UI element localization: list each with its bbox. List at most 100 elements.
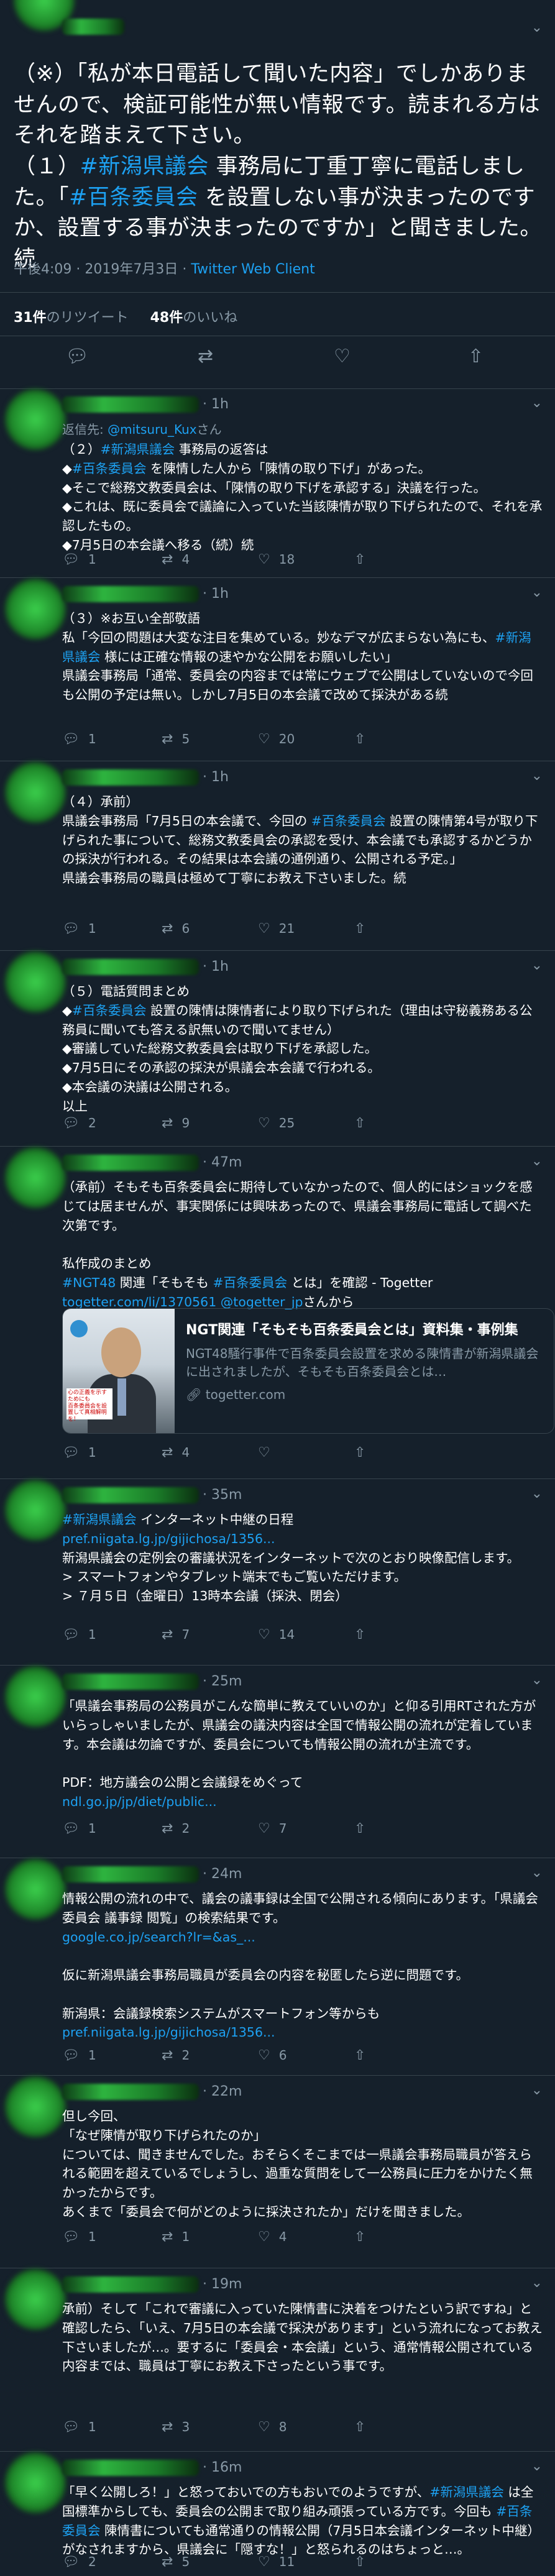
author-avatar[interactable]: [5, 951, 66, 1012]
retweet-button[interactable]: ⇄ 4: [162, 552, 190, 567]
heart-button[interactable]: ♡ 11: [258, 2554, 295, 2570]
retweets-stat[interactable]: 31件のリツイート: [14, 310, 129, 326]
tweet-client[interactable]: Twitter Web Client: [191, 262, 314, 277]
hashtag-link[interactable]: #NGT48: [62, 1275, 116, 1290]
author-name-redacted[interactable]: [62, 769, 199, 786]
chevron-down-icon[interactable]: ⌄: [531, 20, 543, 35]
author-name-redacted[interactable]: [62, 1674, 199, 1690]
reply-time[interactable]: · 22m: [203, 2084, 242, 2099]
heart-button[interactable]: ♡ 21: [258, 921, 295, 937]
author-name-redacted[interactable]: [62, 1155, 199, 1171]
retweet-button[interactable]: ⇄ 7: [162, 1627, 190, 1643]
retweet-button[interactable]: ⇄ 3: [162, 2419, 190, 2435]
comment-button[interactable]: 💬︎ 1: [62, 2229, 96, 2245]
share-button[interactable]: ⇧: [354, 731, 374, 747]
comment-button[interactable]: 💬︎ 2: [62, 1116, 96, 1131]
comment-icon[interactable]: 💬︎: [65, 346, 89, 367]
retweet-button[interactable]: ⇄ 5: [162, 731, 190, 747]
retweet-button[interactable]: ⇄ 1: [162, 2229, 190, 2245]
author-name-redacted[interactable]: [62, 586, 199, 602]
comment-button[interactable]: 💬︎ 1: [62, 2048, 96, 2063]
author-avatar[interactable]: [5, 2452, 66, 2513]
author-name-redacted[interactable]: [62, 19, 124, 35]
retweet-button[interactable]: ⇄ 9: [162, 1116, 190, 1131]
author-avatar[interactable]: [5, 1859, 66, 1920]
heart-icon[interactable]: ♡: [334, 346, 351, 367]
author-name-redacted[interactable]: [62, 396, 199, 413]
reply-time[interactable]: · 24m: [203, 1866, 242, 1882]
reply-time[interactable]: · 1h: [203, 586, 229, 602]
hashtag-link[interactable]: #百条委員会: [213, 1275, 287, 1290]
url-link[interactable]: ndl.go.jp/jp/diet/public...: [62, 1794, 217, 1809]
author-avatar[interactable]: [5, 1480, 66, 1541]
comment-button[interactable]: 💬︎ 1: [62, 731, 96, 747]
heart-button[interactable]: ♡ 7: [258, 1821, 287, 1836]
hashtag-link[interactable]: #新潟県議会: [80, 154, 209, 179]
author-name-redacted[interactable]: [62, 1866, 199, 1882]
chevron-down-icon[interactable]: ⌄: [531, 958, 543, 973]
reply-time[interactable]: · 1h: [203, 959, 229, 974]
url-link[interactable]: pref.niigata.lg.jp/gijichosa/1356...: [62, 1531, 275, 1546]
author-name-redacted[interactable]: [62, 2084, 199, 2100]
reply-time[interactable]: · 1h: [203, 396, 229, 412]
hashtag-link[interactable]: #百条委員会: [72, 461, 147, 476]
mention-link[interactable]: @togetter_jp: [221, 1295, 303, 1309]
share-button[interactable]: ⇧: [354, 921, 374, 937]
chevron-down-icon[interactable]: ⌄: [531, 2083, 543, 2098]
share-button[interactable]: ⇧: [354, 1116, 374, 1131]
author-avatar[interactable]: [5, 579, 66, 639]
author-avatar[interactable]: [5, 762, 66, 823]
retweet-button[interactable]: ⇄ 4: [162, 1445, 190, 1460]
share-button[interactable]: ⇧: [354, 1821, 374, 1836]
author-name-redacted[interactable]: [62, 1487, 199, 1503]
heart-button[interactable]: ♡ 20: [258, 731, 295, 747]
hashtag-link[interactable]: #百条委員会: [62, 2504, 532, 2538]
share-button[interactable]: ⇧: [354, 2554, 374, 2570]
author-name-redacted[interactable]: [62, 959, 199, 975]
share-button[interactable]: ⇧: [354, 552, 374, 567]
share-button[interactable]: ⇧: [354, 2229, 374, 2245]
author-name-redacted[interactable]: [62, 2276, 199, 2293]
hashtag-link[interactable]: #百条委員会: [72, 1003, 147, 1018]
chevron-down-icon[interactable]: ⌄: [531, 768, 543, 784]
hashtag-link[interactable]: #新潟県議会: [62, 1512, 137, 1527]
comment-button[interactable]: 💬︎ 1: [62, 552, 96, 567]
hashtag-link[interactable]: #百条委員会: [311, 814, 386, 828]
author-avatar[interactable]: [5, 1147, 66, 1208]
reply-time[interactable]: · 1h: [203, 769, 229, 785]
chevron-down-icon[interactable]: ⌄: [531, 1153, 543, 1169]
chevron-down-icon[interactable]: ⌄: [531, 395, 543, 411]
retweet-button[interactable]: ⇄ 5: [162, 2554, 190, 2570]
share-icon[interactable]: ⇧: [468, 346, 484, 367]
comment-button[interactable]: 💬︎ 2: [62, 2554, 96, 2570]
author-avatar[interactable]: [5, 1666, 66, 1727]
author-name-redacted[interactable]: [62, 2460, 199, 2476]
chevron-down-icon[interactable]: ⌄: [531, 2275, 543, 2291]
url-link[interactable]: togetter.com/li/1370561: [62, 1295, 216, 1309]
comment-button[interactable]: 💬︎ 1: [62, 1627, 96, 1643]
reply-time[interactable]: · 35m: [203, 1487, 242, 1503]
hashtag-link[interactable]: #新潟県議会: [62, 630, 531, 664]
comment-button[interactable]: 💬︎ 1: [62, 1445, 96, 1460]
mention-link[interactable]: @mitsuru_Kux: [108, 422, 197, 437]
retweet-icon[interactable]: ⇄: [198, 346, 213, 367]
heart-button[interactable]: ♡ 25: [258, 1116, 295, 1131]
heart-button[interactable]: ♡ 14: [258, 1627, 295, 1643]
comment-button[interactable]: 💬︎ 1: [62, 1821, 96, 1836]
retweet-button[interactable]: ⇄ 6: [162, 921, 190, 937]
reply-time[interactable]: · 47m: [203, 1155, 242, 1170]
share-button[interactable]: ⇧: [354, 2419, 374, 2435]
author-avatar[interactable]: [5, 2269, 66, 2330]
comment-button[interactable]: 💬︎ 1: [62, 2419, 96, 2435]
link-card[interactable]: 心の正義を示すためにも 百条委員会を設置して真相解明を！ NGT関連「そもそも百条委…: [62, 1308, 554, 1434]
chevron-down-icon[interactable]: ⌄: [531, 1672, 543, 1688]
retweet-button[interactable]: ⇄ 2: [162, 2048, 190, 2063]
reply-time[interactable]: · 16m: [203, 2460, 242, 2475]
share-button[interactable]: ⇧: [354, 1627, 374, 1643]
share-button[interactable]: ⇧: [354, 1445, 374, 1460]
author-avatar[interactable]: [5, 389, 66, 450]
tweet-timestamp[interactable]: 午後4:09 · 2019年7月3日: [14, 262, 178, 277]
chevron-down-icon[interactable]: ⌄: [531, 1865, 543, 1881]
share-button[interactable]: ⇧: [354, 2048, 374, 2063]
url-link[interactable]: google.co.jp/search?lr=&as_...: [62, 1930, 255, 1945]
